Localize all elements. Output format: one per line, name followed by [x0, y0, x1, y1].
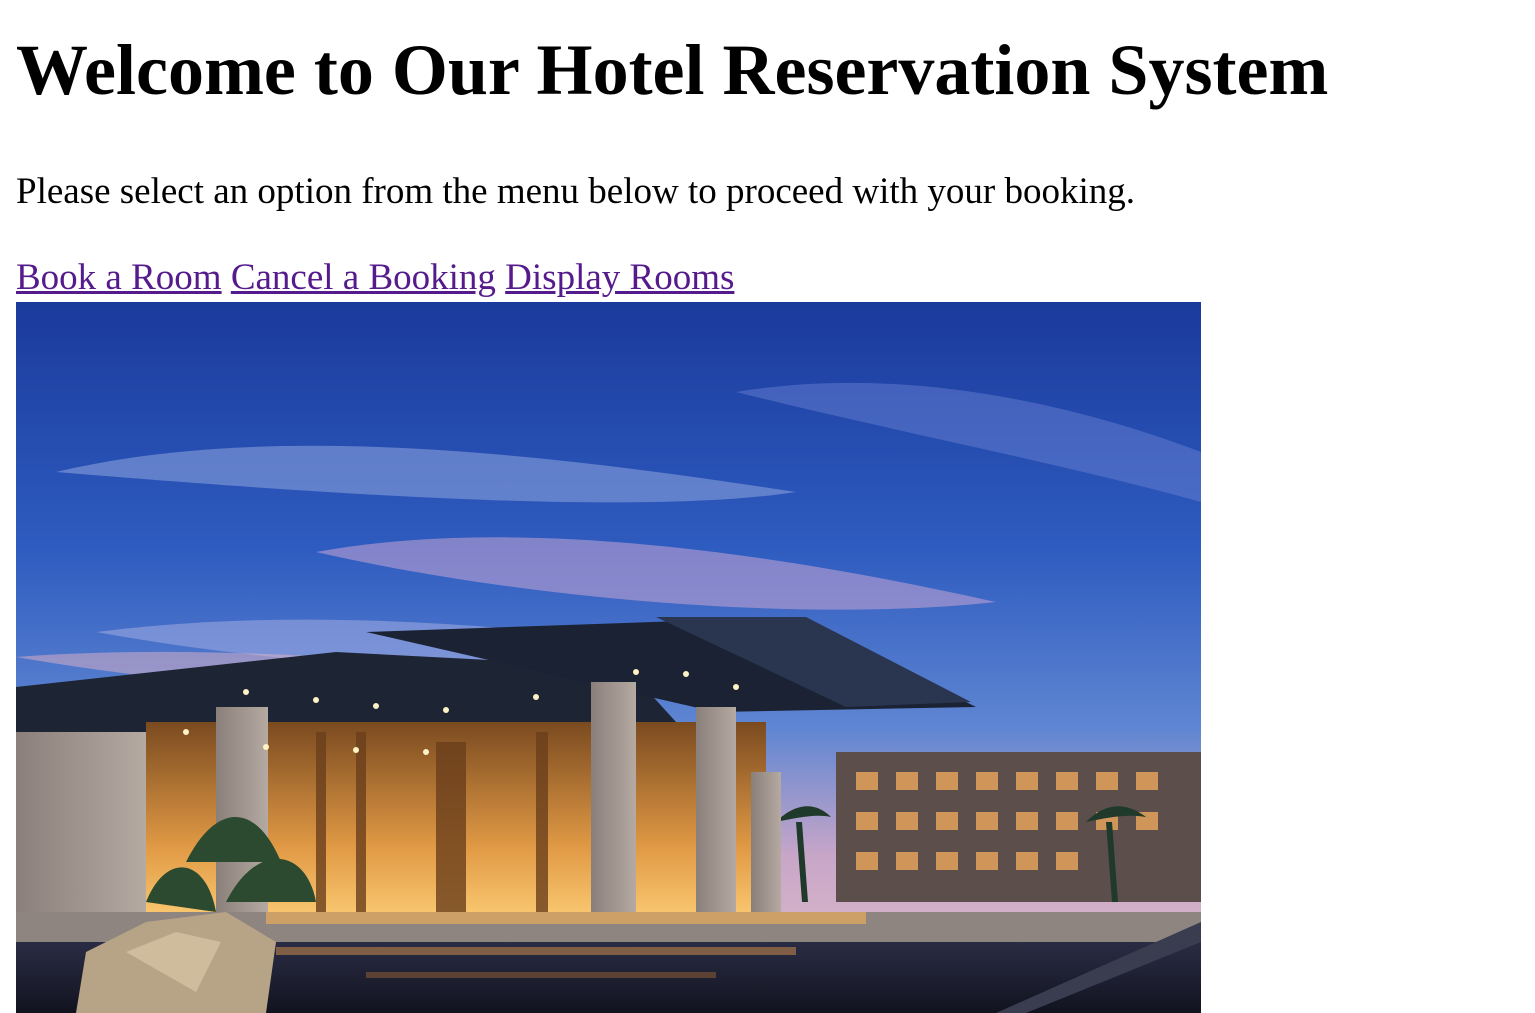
main-menu: Book a Room Cancel a Booking Display Roo…	[16, 256, 734, 300]
display-rooms-link[interactable]: Display Rooms	[505, 257, 734, 298]
intro-text: Please select an option from the menu be…	[16, 171, 1135, 212]
cancel-booking-link[interactable]: Cancel a Booking	[231, 257, 496, 298]
book-room-link[interactable]: Book a Room	[16, 257, 222, 298]
page-title: Welcome to Our Hotel Reservation System	[16, 30, 1329, 110]
hotel-hero-image	[16, 302, 1201, 1013]
